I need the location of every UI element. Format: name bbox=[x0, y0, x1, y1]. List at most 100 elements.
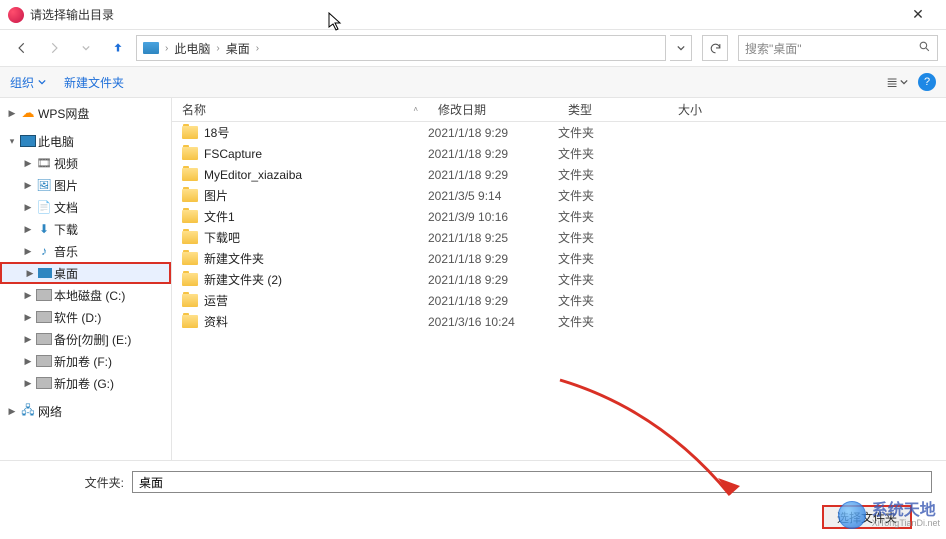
file-date: 2021/3/5 9:14 bbox=[428, 189, 558, 203]
close-button[interactable]: ✕ bbox=[898, 6, 938, 23]
chevron-right-icon[interactable]: ▶ bbox=[6, 108, 18, 119]
file-type: 文件夹 bbox=[558, 208, 668, 225]
sidebar-tree[interactable]: ▶ ☁ WPS网盘 ▾ 此电脑 ▶ 🎞 视频 ▶ 🖼 图片 ▶ 📄 文档 ▶ ⬇ bbox=[0, 98, 172, 460]
chevron-right-icon[interactable]: ▶ bbox=[24, 268, 36, 279]
file-name: 18号 bbox=[204, 124, 229, 141]
col-size[interactable]: 大小 bbox=[668, 101, 748, 118]
disk-icon bbox=[36, 376, 52, 390]
table-row[interactable]: 文件12021/3/9 10:16文件夹 bbox=[172, 206, 946, 227]
chevron-right-icon[interactable]: ▶ bbox=[22, 334, 34, 345]
chevron-right-icon: › bbox=[254, 43, 261, 54]
tree-this-pc[interactable]: ▾ 此电脑 bbox=[0, 130, 171, 152]
help-button[interactable]: ? bbox=[918, 73, 936, 91]
folder-icon bbox=[182, 252, 198, 265]
breadcrumb-dropdown[interactable] bbox=[670, 35, 692, 61]
file-type: 文件夹 bbox=[558, 166, 668, 183]
file-list-pane: 名称 ˄ 修改日期 类型 大小 18号2021/1/18 9:29文件夹FSCa… bbox=[172, 98, 946, 460]
column-headers: 名称 ˄ 修改日期 类型 大小 bbox=[172, 98, 946, 122]
video-icon: 🎞 bbox=[36, 156, 52, 170]
folder-icon bbox=[182, 315, 198, 328]
folder-icon bbox=[182, 231, 198, 244]
tree-desktop[interactable]: ▶ 桌面 bbox=[0, 262, 171, 284]
chevron-right-icon: › bbox=[163, 43, 170, 54]
chevron-right-icon[interactable]: ▶ bbox=[22, 246, 34, 257]
file-type: 文件夹 bbox=[558, 229, 668, 246]
chevron-down-icon[interactable]: ▾ bbox=[6, 136, 18, 147]
chevron-right-icon[interactable]: ▶ bbox=[6, 406, 18, 417]
chevron-right-icon[interactable]: ▶ bbox=[22, 356, 34, 367]
chevron-right-icon[interactable]: ▶ bbox=[22, 312, 34, 323]
folder-icon bbox=[182, 189, 198, 202]
tree-network[interactable]: ▶ 🖧 网络 bbox=[0, 400, 171, 422]
dialog-footer: 文件夹: 选择文件夹 bbox=[0, 460, 946, 539]
tree-pictures[interactable]: ▶ 🖼 图片 bbox=[0, 174, 171, 196]
tree-disk-f[interactable]: ▶ 新加卷 (F:) bbox=[0, 350, 171, 372]
globe-icon bbox=[838, 501, 866, 529]
table-row[interactable]: 资料 2021/3/16 10:24文件夹 bbox=[172, 311, 946, 332]
folder-icon bbox=[182, 126, 198, 139]
file-date: 2021/3/16 10:24 bbox=[428, 315, 558, 329]
file-list[interactable]: 18号2021/1/18 9:29文件夹FSCapture2021/1/18 9… bbox=[172, 122, 946, 460]
col-name[interactable]: 名称 ˄ bbox=[172, 101, 428, 118]
tree-disk-c[interactable]: ▶ 本地磁盘 (C:) bbox=[0, 284, 171, 306]
file-name: 新建文件夹 (2) bbox=[204, 271, 282, 288]
col-type[interactable]: 类型 bbox=[558, 101, 668, 118]
file-date: 2021/1/18 9:29 bbox=[428, 294, 558, 308]
table-row[interactable]: MyEditor_xiazaiba2021/1/18 9:29文件夹 bbox=[172, 164, 946, 185]
table-row[interactable]: FSCapture2021/1/18 9:29文件夹 bbox=[172, 143, 946, 164]
tree-music[interactable]: ▶ ♪ 音乐 bbox=[0, 240, 171, 262]
search-input[interactable]: 搜索"桌面" bbox=[738, 35, 938, 61]
disk-icon bbox=[36, 310, 52, 324]
recent-dropdown[interactable] bbox=[72, 34, 100, 62]
col-date[interactable]: 修改日期 bbox=[428, 101, 558, 118]
tree-wps[interactable]: ▶ ☁ WPS网盘 bbox=[0, 102, 171, 124]
chevron-right-icon[interactable]: ▶ bbox=[22, 290, 34, 301]
file-name: 新建文件夹 bbox=[204, 250, 264, 267]
refresh-button[interactable] bbox=[702, 35, 728, 61]
folder-icon bbox=[182, 168, 198, 181]
table-row[interactable]: 18号2021/1/18 9:29文件夹 bbox=[172, 122, 946, 143]
folder-icon bbox=[182, 147, 198, 160]
forward-button[interactable] bbox=[40, 34, 68, 62]
watermark: 系统天地 XiTongTianDi.net bbox=[838, 501, 940, 529]
file-name: 资料 bbox=[204, 313, 228, 330]
view-mode-button[interactable]: ≣ bbox=[886, 74, 908, 91]
pc-icon bbox=[20, 134, 36, 148]
nav-bar: › 此电脑 › 桌面 › 搜索"桌面" bbox=[0, 30, 946, 66]
table-row[interactable]: 新建文件夹 (2)2021/1/18 9:29文件夹 bbox=[172, 269, 946, 290]
documents-icon: 📄 bbox=[36, 200, 52, 214]
folder-icon bbox=[182, 273, 198, 286]
file-date: 2021/1/18 9:29 bbox=[428, 168, 558, 182]
table-row[interactable]: 运营2021/1/18 9:29文件夹 bbox=[172, 290, 946, 311]
desktop-icon bbox=[38, 268, 52, 278]
pc-icon bbox=[143, 42, 159, 54]
breadcrumb-desktop[interactable]: 桌面 bbox=[224, 40, 252, 57]
toolbar: 组织 新建文件夹 ≣ ? bbox=[0, 66, 946, 98]
organize-menu[interactable]: 组织 bbox=[10, 74, 46, 91]
disk-icon bbox=[36, 288, 52, 302]
tree-disk-d[interactable]: ▶ 软件 (D:) bbox=[0, 306, 171, 328]
chevron-right-icon[interactable]: ▶ bbox=[22, 378, 34, 389]
table-row[interactable]: 下载吧2021/1/18 9:25文件夹 bbox=[172, 227, 946, 248]
app-icon bbox=[8, 7, 24, 23]
tree-disk-e[interactable]: ▶ 备份[勿删] (E:) bbox=[0, 328, 171, 350]
tree-documents[interactable]: ▶ 📄 文档 bbox=[0, 196, 171, 218]
table-row[interactable]: 图片2021/3/5 9:14文件夹 bbox=[172, 185, 946, 206]
file-type: 文件夹 bbox=[558, 313, 668, 330]
chevron-right-icon[interactable]: ▶ bbox=[22, 158, 34, 169]
search-placeholder: 搜索"桌面" bbox=[745, 40, 918, 57]
folder-name-input[interactable] bbox=[132, 471, 932, 493]
tree-downloads[interactable]: ▶ ⬇ 下载 bbox=[0, 218, 171, 240]
tree-disk-g[interactable]: ▶ 新加卷 (G:) bbox=[0, 372, 171, 394]
chevron-right-icon[interactable]: ▶ bbox=[22, 224, 34, 235]
up-button[interactable] bbox=[104, 34, 132, 62]
table-row[interactable]: 新建文件夹2021/1/18 9:29文件夹 bbox=[172, 248, 946, 269]
search-icon bbox=[918, 40, 931, 56]
back-button[interactable] bbox=[8, 34, 36, 62]
chevron-right-icon[interactable]: ▶ bbox=[22, 180, 34, 191]
breadcrumb[interactable]: › 此电脑 › 桌面 › bbox=[136, 35, 666, 61]
chevron-right-icon[interactable]: ▶ bbox=[22, 202, 34, 213]
tree-videos[interactable]: ▶ 🎞 视频 bbox=[0, 152, 171, 174]
new-folder-button[interactable]: 新建文件夹 bbox=[64, 74, 124, 91]
breadcrumb-pc[interactable]: 此电脑 bbox=[172, 40, 212, 57]
